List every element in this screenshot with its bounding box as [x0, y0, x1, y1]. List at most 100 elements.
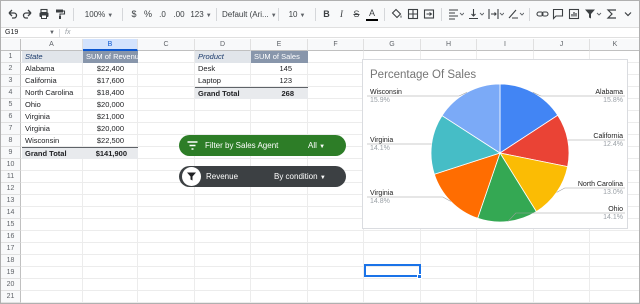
expand-toolbar-icon[interactable] — [621, 7, 635, 22]
pivot-row-label[interactable]: Virginia — [22, 111, 83, 123]
pivot-grand-total-label[interactable]: Grand Total — [22, 147, 83, 159]
italic-button[interactable]: I — [336, 7, 347, 22]
pivot-row-label[interactable]: Alabama — [22, 63, 83, 75]
filter-chip-revenue[interactable]: Revenue By condition ▼ — [179, 166, 346, 187]
row-header-8[interactable]: 8 — [1, 135, 21, 147]
pivot-row-label[interactable]: Ohio — [22, 99, 83, 111]
pivot-row-label[interactable]: Desk — [195, 63, 251, 75]
filter-icon[interactable] — [583, 7, 603, 22]
pivot-row-label[interactable]: Wisconsin — [22, 135, 83, 147]
column-header-c[interactable]: C — [138, 39, 195, 51]
text-wrapping-icon[interactable] — [487, 7, 505, 22]
name-box[interactable]: G19 — [5, 28, 45, 38]
fill-handle[interactable] — [417, 274, 422, 279]
strikethrough-button[interactable]: S — [351, 7, 362, 22]
column-header-g[interactable]: G — [364, 39, 421, 51]
decrease-decimal-button[interactable]: .0 — [156, 7, 169, 22]
currency-button[interactable]: $ — [129, 7, 139, 22]
pivot-grand-total-value[interactable]: $141,900 — [83, 147, 138, 159]
filter-funnel-icon — [182, 167, 201, 186]
undo-icon[interactable] — [5, 7, 19, 22]
row-header-13[interactable]: 13 — [1, 195, 21, 207]
row-header-10[interactable]: 10 — [1, 159, 21, 171]
fill-color-icon[interactable] — [390, 7, 404, 22]
filter-chip-value[interactable]: By condition ▼ — [274, 166, 326, 189]
row-header-19[interactable]: 19 — [1, 267, 21, 279]
insert-comment-icon[interactable] — [551, 7, 565, 22]
pivot-row-value[interactable]: $22,500 — [83, 135, 127, 147]
row-header-1[interactable]: 1 — [1, 51, 21, 63]
row-header-21[interactable]: 21 — [1, 291, 21, 303]
pivot-grand-total-value[interactable]: 268 — [251, 87, 308, 99]
row-header-12[interactable]: 12 — [1, 183, 21, 195]
row-header-16[interactable]: 16 — [1, 231, 21, 243]
font-size-select[interactable]: 10 ▼ — [284, 7, 310, 22]
column-header-j[interactable]: J — [534, 39, 590, 51]
more-formats-button[interactable]: 123 ▼ — [190, 7, 212, 22]
row-header-15[interactable]: 15 — [1, 219, 21, 231]
pivot-grand-total-label[interactable]: Grand Total — [195, 87, 251, 99]
row-header-2[interactable]: 2 — [1, 63, 21, 75]
slice-label-alabama: Alabama — [595, 89, 623, 96]
column-header-i[interactable]: I — [477, 39, 534, 51]
insert-chart-icon[interactable] — [567, 7, 581, 22]
font-family-select[interactable]: Default (Ari... ▼ — [222, 7, 277, 22]
row-header-18[interactable]: 18 — [1, 255, 21, 267]
toolbar: 100% ▼ $ % .0 .00 123 ▼ Default (Ari... ▼ 1… — [1, 1, 639, 28]
row-header-9[interactable]: 9 — [1, 147, 21, 159]
pivot-header-product[interactable]: Product — [195, 51, 251, 63]
percent-button[interactable]: % — [143, 7, 153, 22]
vertical-align-icon[interactable] — [467, 7, 485, 22]
row-header-17[interactable]: 17 — [1, 243, 21, 255]
pivot-header-sum-sales[interactable]: SUM of Sales — [251, 51, 308, 63]
text-rotation-icon[interactable] — [507, 7, 525, 22]
bold-button[interactable]: B — [321, 7, 332, 22]
row-header-5[interactable]: 5 — [1, 99, 21, 111]
text-color-button[interactable]: A — [366, 7, 378, 21]
column-header-b[interactable]: B — [83, 39, 138, 51]
row-header-6[interactable]: 6 — [1, 111, 21, 123]
pivot-row-value[interactable]: $20,000 — [83, 123, 127, 135]
filter-chip-value[interactable]: All ▼ — [308, 135, 325, 158]
column-header-k[interactable]: K — [590, 39, 639, 51]
row-header-3[interactable]: 3 — [1, 75, 21, 87]
row-header-11[interactable]: 11 — [1, 171, 21, 183]
functions-icon[interactable] — [605, 7, 619, 22]
horizontal-align-icon[interactable] — [447, 7, 465, 22]
column-header-h[interactable]: H — [421, 39, 477, 51]
column-header-f[interactable]: F — [308, 39, 364, 51]
pivot-row-label[interactable]: North Carolina — [22, 87, 83, 99]
increase-decimal-button[interactable]: .00 — [171, 7, 187, 22]
insert-link-icon[interactable] — [535, 7, 549, 22]
merge-cells-icon[interactable] — [422, 7, 436, 22]
filter-chip-sales-agent[interactable]: Filter by Sales Agent All ▼ — [179, 135, 346, 156]
row-header-20[interactable]: 20 — [1, 279, 21, 291]
pivot-row-value[interactable]: $20,000 — [83, 99, 127, 111]
pivot-row-label[interactable]: Laptop — [195, 75, 251, 87]
pivot-row-value[interactable]: $17,600 — [83, 75, 127, 87]
column-header-d[interactable]: D — [195, 39, 251, 51]
name-box-dropdown-icon[interactable]: ▼ — [49, 28, 55, 38]
pivot-row-label[interactable]: Virginia — [22, 123, 83, 135]
row-header-7[interactable]: 7 — [1, 123, 21, 135]
pivot-row-value[interactable]: 123 — [251, 75, 295, 87]
paint-format-icon[interactable] — [53, 7, 67, 22]
pivot-row-value[interactable]: 145 — [251, 63, 295, 75]
column-header-a[interactable]: A — [21, 39, 83, 51]
redo-icon[interactable] — [21, 7, 35, 22]
pivot-header-sum-revenue[interactable]: SUM of Revenue — [83, 51, 138, 63]
select-all-corner[interactable] — [1, 39, 21, 51]
row-header-14[interactable]: 14 — [1, 207, 21, 219]
selected-cell-g19[interactable] — [364, 264, 421, 277]
borders-icon[interactable] — [406, 7, 420, 22]
print-icon[interactable] — [37, 7, 51, 22]
pie-chart[interactable]: Percentage Of Sales Wisconsin 15.9% Alab… — [362, 59, 628, 229]
pivot-row-value[interactable]: $21,000 — [83, 111, 127, 123]
pivot-row-value[interactable]: $22,400 — [83, 63, 127, 75]
pivot-row-label[interactable]: California — [22, 75, 83, 87]
zoom-select[interactable]: 100% ▼ — [81, 7, 117, 22]
row-header-4[interactable]: 4 — [1, 87, 21, 99]
pivot-row-value[interactable]: $18,400 — [83, 87, 127, 99]
pivot-header-state[interactable]: State — [22, 51, 83, 63]
column-header-e[interactable]: E — [251, 39, 308, 51]
